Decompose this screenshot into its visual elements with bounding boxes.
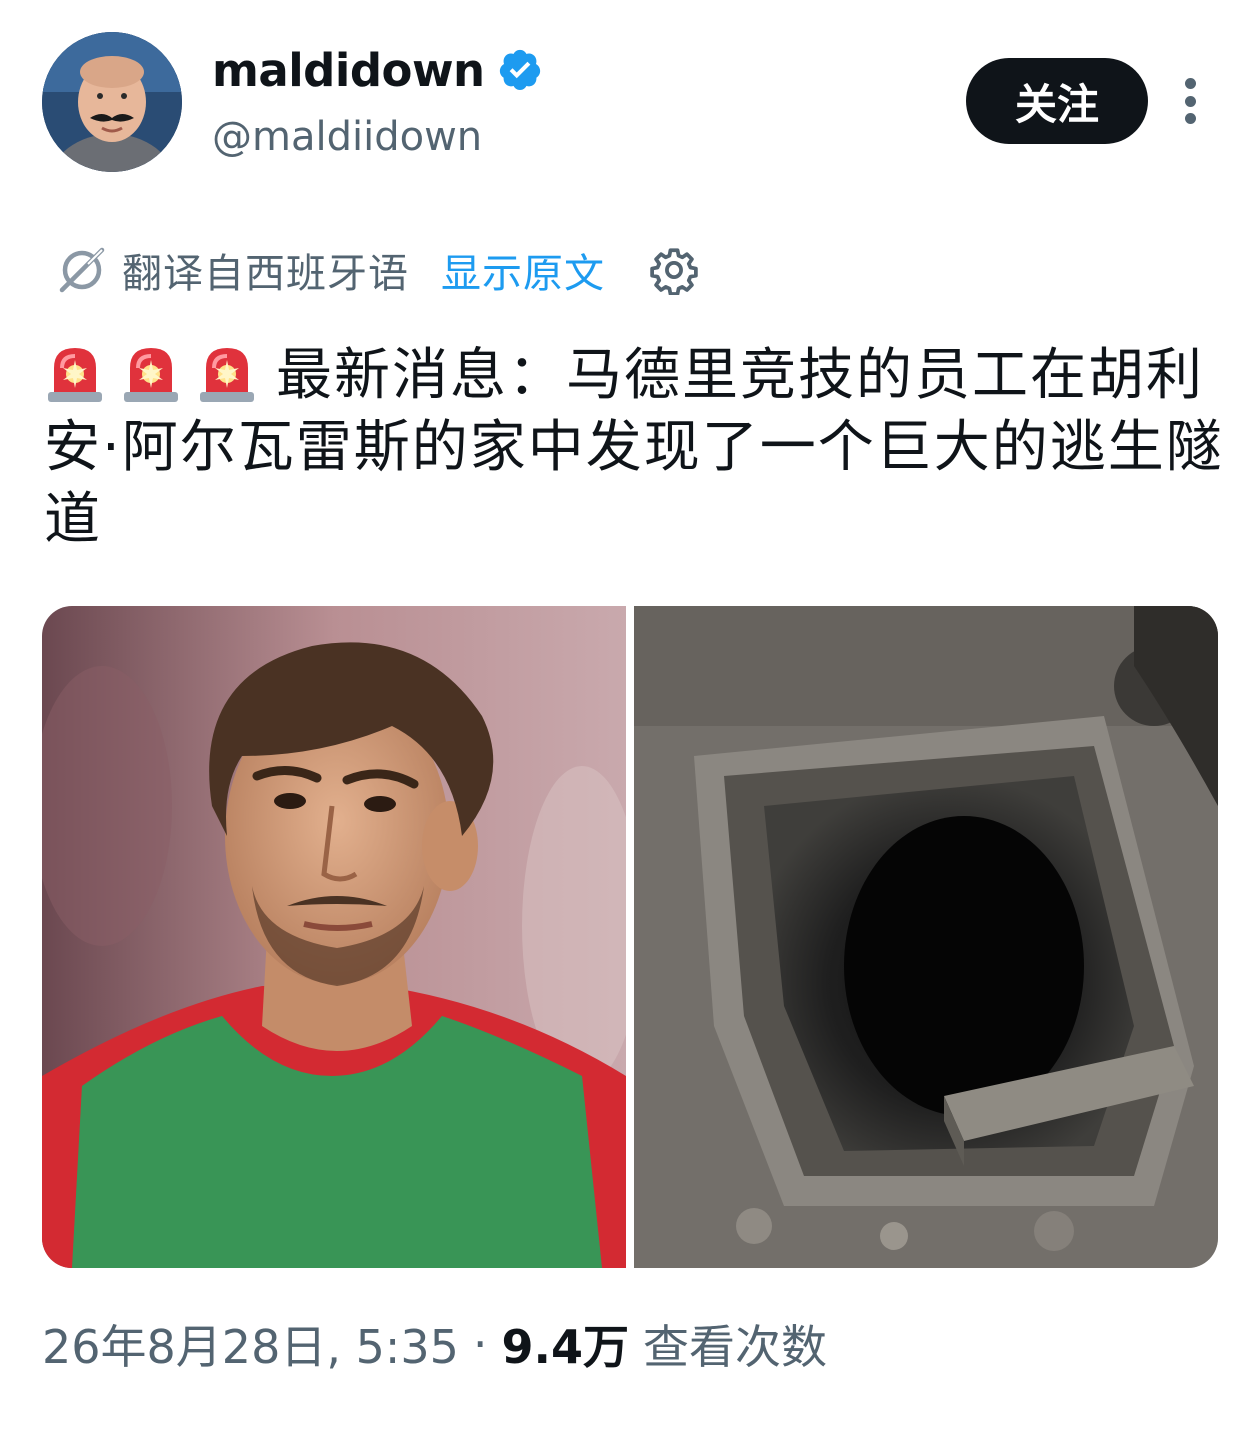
gear-icon[interactable]: [649, 245, 699, 295]
meta-separator: ·: [472, 1317, 488, 1371]
siren-icon: [200, 348, 254, 402]
verified-badge-icon[interactable]: [497, 47, 543, 93]
follow-button[interactable]: 关注: [966, 58, 1148, 144]
media-grid: [42, 606, 1218, 1268]
translation-bar: 翻译自西班牙语 显示原文: [56, 238, 699, 302]
siren-icon: [48, 348, 102, 402]
siren-emoji-group: [44, 338, 258, 404]
tweet-text: 最新消息：马德里竞技的员工在胡利安·阿尔瓦雷斯的家中发现了一个巨大的逃生隧道: [44, 338, 1224, 556]
more-options-icon[interactable]: [1174, 78, 1206, 124]
user-name-row: maldidown: [212, 40, 543, 100]
media-tunnel-photo[interactable]: [634, 606, 1218, 1268]
timestamp[interactable]: 26年8月28日, 5:35: [42, 1311, 459, 1377]
translation-label: 翻译自西班牙语: [122, 251, 409, 297]
views-count: 9.4万: [501, 1320, 630, 1374]
tunnel-photo: [634, 606, 1218, 1268]
avatar[interactable]: [42, 32, 182, 172]
display-name[interactable]: maldidown: [212, 44, 485, 97]
media-player-photo[interactable]: [42, 606, 626, 1268]
avatar-image: [42, 32, 182, 172]
show-original-link[interactable]: 显示原文: [441, 241, 605, 299]
siren-icon: [124, 348, 178, 402]
player-photo: [42, 606, 626, 1268]
user-handle[interactable]: @maldiidown: [212, 114, 482, 160]
grok-translate-icon: [59, 247, 105, 293]
views-label: 查看次数: [643, 1320, 827, 1374]
tweet-meta: 26年8月28日, 5:35 · 9.4万 查看次数: [42, 1312, 827, 1376]
